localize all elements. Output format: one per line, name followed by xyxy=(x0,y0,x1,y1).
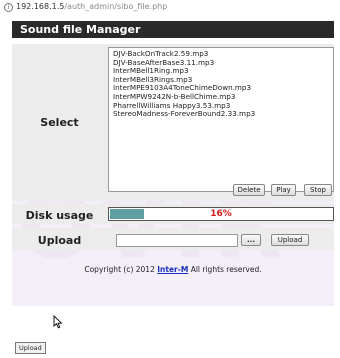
url-host: 192.168.1.5 xyxy=(16,2,65,11)
play-button[interactable]: Play xyxy=(271,184,296,196)
select-label: Select xyxy=(40,116,79,129)
copyright-text: Copyright (c) 2012 xyxy=(84,265,155,274)
file-list-item[interactable]: StereoMadness-ForeverBound2.33.mp3 xyxy=(113,110,331,119)
url-path: /auth_admin/sibo_file.php xyxy=(64,2,168,11)
sound-file-manager-panel: Sound file Manager OVIR Select DJV-BackO… xyxy=(12,16,334,344)
delete-button[interactable]: Delete xyxy=(233,184,265,196)
disk-usage-percent: 16% xyxy=(210,209,232,219)
sound-file-list[interactable]: DJV-BackOnTrack2.59.mp3 DJV-BaseAfterBase… xyxy=(108,47,334,192)
rights-text: All rights reserved. xyxy=(190,265,262,274)
brand-link[interactable]: Inter-M xyxy=(157,265,188,274)
copyright-footer: Copyright (c) 2012 Inter-M All rights re… xyxy=(12,265,334,274)
disk-usage-label: Disk usage xyxy=(25,209,94,222)
info-icon[interactable]: i xyxy=(4,3,13,12)
upload-label: Upload xyxy=(37,234,82,247)
page-title: Sound file Manager xyxy=(12,21,334,38)
browse-button[interactable]: ... xyxy=(241,234,261,246)
upload-button[interactable]: Upload xyxy=(271,234,309,246)
disk-usage-bar: 16% xyxy=(108,207,334,221)
mouse-pointer-icon xyxy=(53,315,63,329)
upload-file-field[interactable] xyxy=(116,234,238,247)
address-bar[interactable]: i 192.168.1.5/auth_admin/sibo_file.php xyxy=(0,0,340,13)
stop-button[interactable]: Stop xyxy=(304,184,332,196)
bottom-upload-button[interactable]: Upload xyxy=(15,342,46,354)
